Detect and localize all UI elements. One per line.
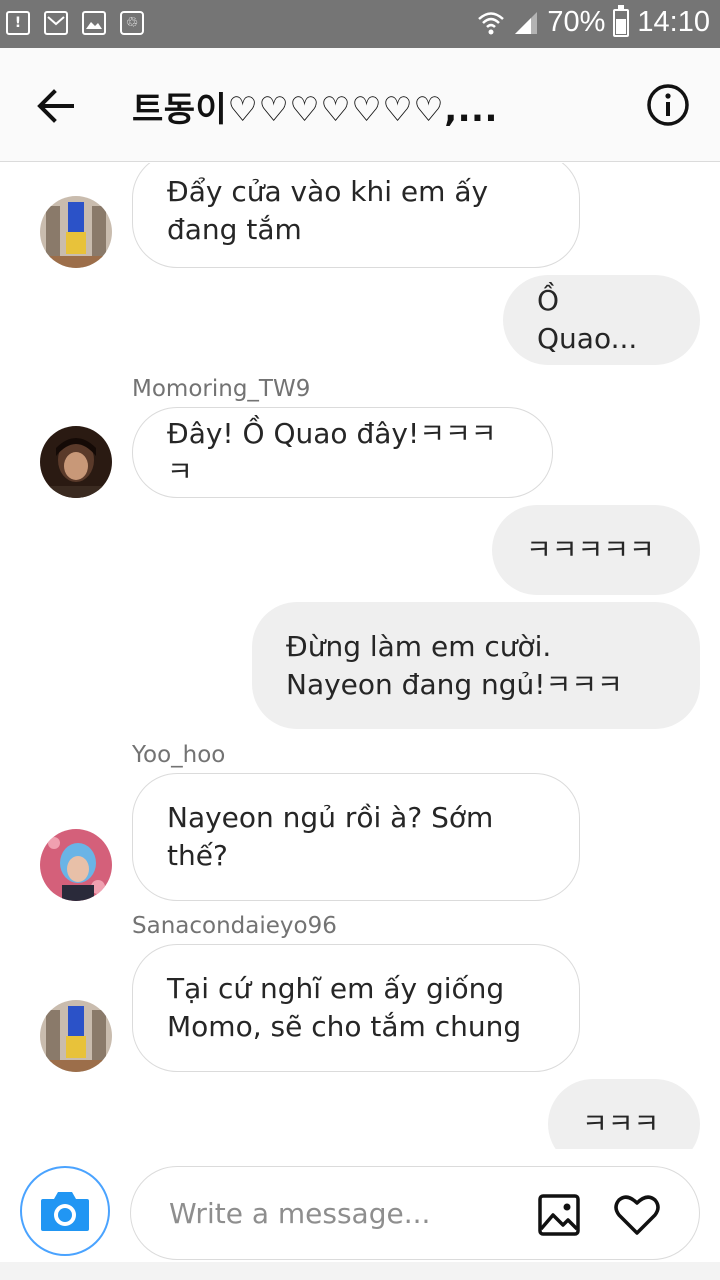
signal-icon [515, 11, 538, 34]
bottom-inset [0, 1262, 720, 1280]
message-text: đang tắm [167, 212, 302, 246]
info-icon [647, 84, 689, 126]
status-bar: ! ♲ 70% 14:10 [0, 0, 720, 48]
battery-percent: 70% [547, 6, 606, 38]
message-text: Momo, sẽ cho tắm chung [167, 1010, 522, 1043]
notification-icon: ! [6, 11, 30, 35]
gallery-icon [538, 1194, 580, 1236]
conversation-title[interactable]: 트동이♡♡♡♡♡♡♡,... [132, 82, 498, 131]
wifi-icon [478, 11, 505, 34]
mail-icon [44, 11, 68, 35]
message-text: Nayeon ngủ rồi à? Sớm [167, 801, 494, 834]
like-button[interactable] [613, 1193, 661, 1237]
recycle-icon: ♲ [120, 11, 144, 35]
message-composer [0, 1150, 720, 1280]
message-text: Tại cứ nghĩ em ấy giống [167, 972, 505, 1005]
message-text: thế? [167, 839, 228, 872]
sender-name: Yoo_hoo [132, 742, 226, 768]
heart-icon [614, 1195, 660, 1235]
message-text: ㅋㅋㅋㅋㅋ [526, 533, 655, 566]
image-icon [82, 11, 106, 35]
avatar[interactable] [40, 1000, 112, 1072]
camera-button[interactable] [20, 1166, 110, 1256]
message-text: Đây! Ồ Quao đây!ㅋㅋㅋㅋ [167, 416, 497, 488]
message-input[interactable] [169, 1187, 509, 1239]
message-bubble[interactable]: Đẩy cửa vào khi em ấy đang tắm [132, 163, 580, 268]
sender-name: Sanacondaieyo96 [132, 913, 337, 939]
camera-icon [41, 1192, 89, 1231]
avatar[interactable] [40, 426, 112, 498]
message-bubble[interactable]: Đây! Ồ Quao đây!ㅋㅋㅋㅋ [132, 407, 553, 498]
message-bubble[interactable]: Đừng làm em cười. Nayeon đang ngủ!ㅋㅋㅋ [252, 602, 700, 729]
clock: 14:10 [637, 6, 710, 38]
chat-header: 트동이♡♡♡♡♡♡♡,... [0, 48, 720, 162]
sender-name: Momoring_TW9 [132, 376, 311, 402]
info-button[interactable] [646, 83, 690, 127]
message-bubble[interactable]: ㅋㅋㅋ [548, 1079, 700, 1149]
message-bubble[interactable]: Nayeon ngủ rồi à? Sớm thế? [132, 773, 580, 901]
message-text: Đẩy cửa vào khi em ấy [167, 174, 489, 208]
message-bubble[interactable]: ㅋㅋㅋㅋㅋ [492, 505, 700, 595]
message-text: ㅋㅋㅋ [582, 1107, 660, 1140]
gallery-button[interactable] [537, 1193, 581, 1237]
back-button[interactable] [28, 78, 84, 134]
notification-icons: ! ♲ [6, 11, 144, 35]
message-text: Ồ Quao... [537, 284, 638, 355]
battery-icon [613, 4, 630, 37]
avatar[interactable] [40, 196, 112, 268]
message-bubble[interactable]: Tại cứ nghĩ em ấy giống Momo, sẽ cho tắm… [132, 944, 580, 1072]
message-text: Đừng làm em cười. [286, 629, 552, 663]
message-text: Nayeon đang ngủ!ㅋㅋㅋ [286, 667, 623, 701]
avatar[interactable] [40, 829, 112, 901]
arrow-left-icon [37, 89, 74, 123]
message-bubble[interactable]: Ồ Quao... [503, 275, 700, 365]
message-list[interactable]: Đẩy cửa vào khi em ấy đang tắm Ồ Quao...… [0, 163, 720, 1149]
message-input-box[interactable] [130, 1166, 700, 1260]
